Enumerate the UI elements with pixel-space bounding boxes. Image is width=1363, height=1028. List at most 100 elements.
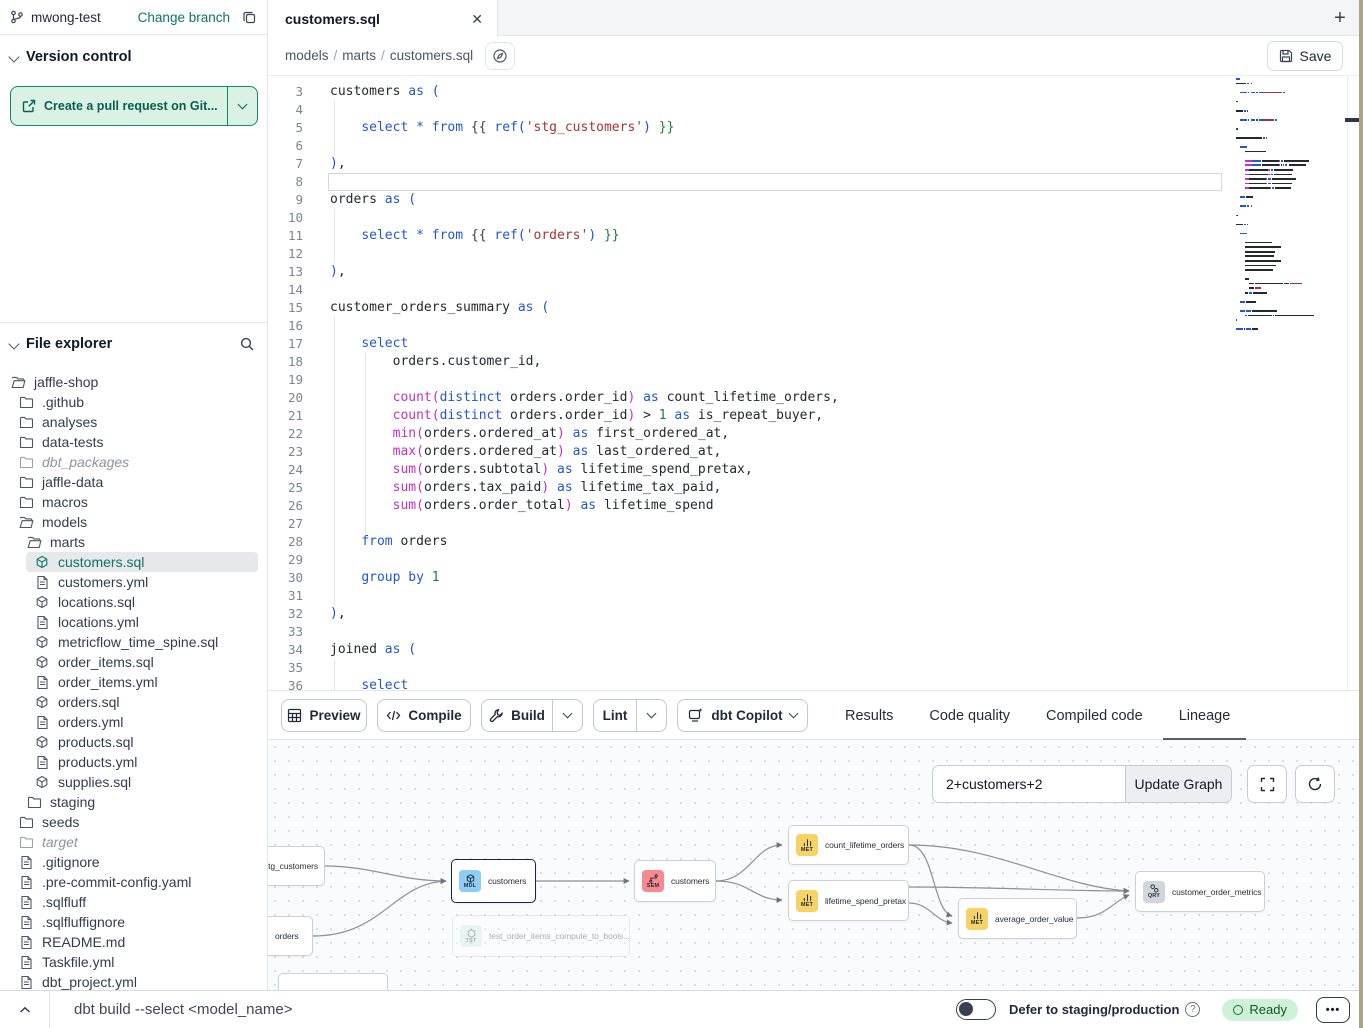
- change-branch-link[interactable]: Change branch: [138, 10, 230, 25]
- table-icon: [287, 708, 302, 723]
- panel-tab-code-quality[interactable]: Code quality: [927, 691, 1012, 741]
- code-line: group by 1: [330, 569, 440, 587]
- lineage-node-test_node[interactable]: TSTtest_order_items_compute_to_bools...: [452, 915, 630, 957]
- tree-item-orders-sql[interactable]: orders.sql: [0, 692, 267, 712]
- expand-panel-icon[interactable]: [0, 1006, 49, 1014]
- build-button[interactable]: Build: [481, 699, 583, 732]
- tree-item-jaffle-data[interactable]: jaffle-data: [0, 472, 267, 492]
- tree-item-staging[interactable]: staging: [0, 792, 267, 812]
- line-number: 27: [268, 515, 303, 533]
- tree-item-supplies-sql[interactable]: supplies.sql: [0, 772, 267, 792]
- tree-item-locations-sql[interactable]: locations.sql: [0, 592, 267, 612]
- lineage-node-stg_customers[interactable]: MDLstg_customers: [268, 846, 325, 886]
- panel-tab-lineage[interactable]: Lineage: [1177, 691, 1233, 741]
- create-pr-dropdown[interactable]: [227, 87, 257, 125]
- search-icon[interactable]: [239, 336, 255, 352]
- fullscreen-button[interactable]: [1247, 765, 1287, 803]
- code-line: count(distinct orders.order_id) as count…: [330, 389, 839, 407]
- close-icon[interactable]: ✕: [471, 12, 483, 26]
- tree-item-marts[interactable]: marts: [0, 532, 267, 552]
- tree-item-Taskfile-yml[interactable]: Taskfile.yml: [0, 952, 267, 972]
- tree-item--sqlfluffignore[interactable]: .sqlfluffignore: [0, 912, 267, 932]
- lineage-node-average_order_value[interactable]: MET average_order_value: [958, 898, 1077, 939]
- line-number: 7: [268, 155, 303, 173]
- tree-item-products-sql[interactable]: products.sql: [0, 732, 267, 752]
- tree-item-order-items-yml[interactable]: order_items.yml: [0, 672, 267, 692]
- tree-item-target[interactable]: target: [0, 832, 267, 852]
- doc-icon: [18, 894, 34, 910]
- tree-item-models[interactable]: models: [0, 512, 267, 532]
- lineage-node-label: stg_customers: [268, 861, 318, 871]
- tree-item-macros[interactable]: macros: [0, 492, 267, 512]
- test-icon: [467, 929, 476, 938]
- tree-item-products-yml[interactable]: products.yml: [0, 752, 267, 772]
- compass-icon[interactable]: [485, 42, 515, 70]
- line-number: 33: [268, 623, 303, 641]
- lineage-node-lifetime_spend_pretax[interactable]: METlifetime_spend_pretax: [788, 880, 909, 921]
- tree-item-orders-yml[interactable]: orders.yml: [0, 712, 267, 732]
- code-editor[interactable]: 3customers as (45 select * from {{ ref('…: [268, 76, 1363, 690]
- tree-item--gitignore[interactable]: .gitignore: [0, 852, 267, 872]
- code-line: min(orders.ordered_at) as first_ordered_…: [330, 425, 729, 443]
- help-icon[interactable]: ?: [1185, 1002, 1200, 1017]
- semantic-badge: SEM: [642, 870, 664, 892]
- more-options-button[interactable]: •••: [1316, 997, 1350, 1023]
- tree-item-data-tests[interactable]: data-tests: [0, 432, 267, 452]
- tree-item--pre-commit-config-yaml[interactable]: .pre-commit-config.yaml: [0, 872, 267, 892]
- tree-item-seeds[interactable]: seeds: [0, 812, 267, 832]
- panel-tabs: Results Code quality Compiled code Lineage: [843, 691, 1232, 741]
- preview-button[interactable]: Preview: [281, 699, 367, 732]
- line-number: 12: [268, 245, 303, 263]
- version-control-header[interactable]: Version control: [0, 35, 267, 73]
- lineage-canvas[interactable]: MDLstg_customers MDLorders MDLcustomers TST…: [268, 740, 1363, 990]
- tree-item--github[interactable]: .github: [0, 392, 267, 412]
- refresh-button[interactable]: [1295, 765, 1335, 803]
- lineage-node-customers_mdl[interactable]: MDLcustomers: [451, 859, 536, 903]
- tree-item-analyses[interactable]: analyses: [0, 412, 267, 432]
- tree-item-order-items-sql[interactable]: order_items.sql: [0, 652, 267, 672]
- save-button[interactable]: Save: [1267, 41, 1343, 71]
- tree-item-jaffle-shop[interactable]: jaffle-shop: [0, 372, 267, 392]
- create-pr-main[interactable]: Create a pull request on Git...: [11, 87, 227, 125]
- lineage-node-label: customers: [671, 876, 709, 886]
- tree-item-dbt-project-yml[interactable]: dbt_project.yml: [0, 972, 267, 990]
- tree-item--sqlfluff[interactable]: .sqlfluff: [0, 892, 267, 912]
- new-tab-button[interactable]: +: [1327, 5, 1353, 31]
- file-explorer-title: File explorer: [26, 336, 112, 352]
- tree-item-label: supplies.sql: [58, 774, 131, 790]
- tree-item-label: dbt_project.yml: [42, 974, 137, 990]
- minimap[interactable]: [1232, 76, 1347, 690]
- metric-badge: MET: [966, 908, 988, 930]
- file-explorer-header[interactable]: File explorer: [0, 330, 267, 358]
- tab-customers-sql[interactable]: customers.sql ✕: [268, 0, 498, 37]
- compile-button[interactable]: Compile: [377, 699, 471, 732]
- lineage-filter-input[interactable]: 2+customers+2: [932, 765, 1125, 803]
- tree-item-README-md[interactable]: README.md: [0, 932, 267, 952]
- tree-item-customers-yml[interactable]: customers.yml: [0, 572, 267, 592]
- lint-button[interactable]: Lint: [593, 699, 667, 732]
- lineage-node-label: average_order_value: [995, 914, 1073, 924]
- tree-item-metricflow-time-spine-sql[interactable]: metricflow_time_spine.sql: [0, 632, 267, 652]
- create-pr-button[interactable]: Create a pull request on Git...: [10, 86, 258, 126]
- lineage-node-customers_sem[interactable]: SEM customers: [634, 860, 716, 902]
- dbt-copilot-button[interactable]: dbt Copilot: [677, 699, 808, 732]
- lint-dropdown[interactable]: [636, 700, 666, 731]
- build-dropdown[interactable]: [552, 700, 582, 731]
- tree-item-customers-sql[interactable]: customers.sql: [26, 552, 258, 572]
- defer-toggle[interactable]: [956, 999, 996, 1020]
- update-graph-button[interactable]: Update Graph: [1125, 765, 1232, 803]
- copy-icon[interactable]: [242, 10, 257, 25]
- tree-item-dbt-packages[interactable]: dbt_packages: [0, 452, 267, 472]
- git-branch-icon: [10, 10, 24, 24]
- code-line: orders as (: [330, 191, 416, 209]
- lineage-node-orders[interactable]: MDLorders: [268, 916, 313, 956]
- lineage-node-count_lifetime_orders[interactable]: METcount_lifetime_orders: [788, 825, 909, 865]
- code-line: count(distinct orders.order_id) > 1 as i…: [330, 407, 823, 425]
- panel-tab-results[interactable]: Results: [843, 691, 895, 741]
- sql-icon: [34, 594, 50, 610]
- tree-item-locations-yml[interactable]: locations.yml: [0, 612, 267, 632]
- lineage-node-customer_order_metrics[interactable]: QRYcustomer_order_metrics: [1135, 871, 1265, 912]
- code-line: sum(orders.tax_paid) as lifetime_tax_pai…: [330, 479, 721, 497]
- panel-tab-compiled-code[interactable]: Compiled code: [1044, 691, 1145, 741]
- lineage-node-partial[interactable]: [278, 973, 388, 990]
